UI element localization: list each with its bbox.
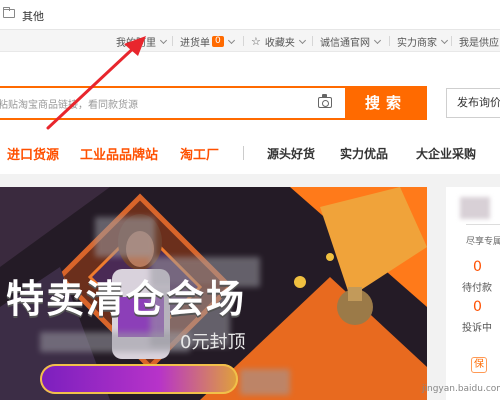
purchase-count-badge: 0	[212, 36, 224, 47]
blurred-region	[95, 217, 155, 257]
nav-i-am-supplier-label: 我是供应	[459, 38, 499, 49]
camera-icon[interactable]	[318, 94, 332, 108]
avatar[interactable]	[460, 197, 490, 219]
search-placeholder: 粘贴淘宝商品链接，看同款货源	[0, 100, 138, 111]
banner-cta-button[interactable]	[40, 364, 238, 394]
nav-i-am-supplier[interactable]: 我是供应	[459, 34, 499, 49]
nav-verified-supplier[interactable]: 实力商家	[397, 34, 449, 49]
pending-payment-label[interactable]: 待付款	[462, 279, 492, 294]
watermark: jingyan.baidu.com	[422, 384, 500, 394]
category-divider	[243, 146, 244, 160]
nav-purchase-list-label: 进货单	[180, 38, 210, 49]
blurred-region	[40, 332, 190, 352]
nav-divider	[451, 36, 452, 46]
nav-favorites-label: 收藏夹	[264, 38, 295, 49]
nav-my-alibaba-label: 我的阿里	[116, 38, 156, 49]
cat-source-goods[interactable]: 源头好货	[267, 145, 315, 162]
folder-icon[interactable]	[3, 7, 15, 18]
chevron-down-icon	[298, 36, 306, 44]
cat-industrial-brands[interactable]: 工业品品牌站	[80, 144, 158, 163]
nav-chengxintong-label: 诚信通官网	[320, 38, 370, 49]
site-top-nav: 我的阿里 进货单 0 ☆ 收藏夹 诚信通官网 实力商家 我是供应	[0, 30, 500, 52]
cat-import-goods[interactable]: 进口货源	[7, 144, 59, 163]
cat-quality-picks[interactable]: 实力优品	[340, 145, 388, 162]
publish-inquiry-button[interactable]: 发布询价	[446, 88, 500, 118]
category-nav: 进口货源 工业品品牌站 淘工厂 源头好货 实力优品 大企业采购	[0, 128, 500, 174]
nav-chengxintong[interactable]: 诚信通官网	[320, 34, 382, 49]
nav-divider	[243, 36, 244, 46]
search-row: 粘贴淘宝商品链接，看同款货源 搜索 发布询价	[0, 52, 500, 128]
complaints-label[interactable]: 投诉中	[462, 319, 492, 334]
bookmark-bar: 其他	[0, 0, 500, 30]
search-input[interactable]: 粘贴淘宝商品链接，看同款货源	[0, 86, 345, 120]
bookmark-folder-other[interactable]: 其他	[22, 8, 44, 24]
blurred-region	[240, 369, 290, 395]
nav-favorites[interactable]: ☆ 收藏夹	[251, 34, 306, 49]
search-button[interactable]: 搜索	[345, 86, 427, 120]
chevron-down-icon	[227, 36, 235, 44]
banner-title: 特卖清仓会场	[6, 277, 247, 321]
nav-purchase-list[interactable]: 进货单 0	[180, 34, 235, 49]
cat-enterprise-purchase[interactable]: 大企业采购	[416, 145, 476, 162]
pending-payment-count[interactable]: 0	[473, 259, 482, 275]
panel-divider	[466, 224, 500, 225]
complaints-count[interactable]: 0	[473, 299, 482, 315]
nav-divider	[312, 36, 313, 46]
cat-taogongchang[interactable]: 淘工厂	[180, 144, 219, 163]
nav-my-alibaba[interactable]: 我的阿里	[116, 34, 168, 49]
protection-badge: 保	[471, 357, 487, 373]
star-icon: ☆	[251, 35, 261, 48]
member-greeting: 尽享专属	[466, 237, 500, 247]
chevron-down-icon	[373, 36, 382, 44]
nav-divider	[389, 36, 390, 46]
chevron-down-icon	[159, 36, 168, 44]
nav-verified-supplier-label: 实力商家	[397, 38, 437, 49]
nav-divider	[172, 36, 173, 46]
chevron-down-icon	[440, 36, 449, 44]
banner-subtitle: 0元封顶	[180, 332, 246, 353]
